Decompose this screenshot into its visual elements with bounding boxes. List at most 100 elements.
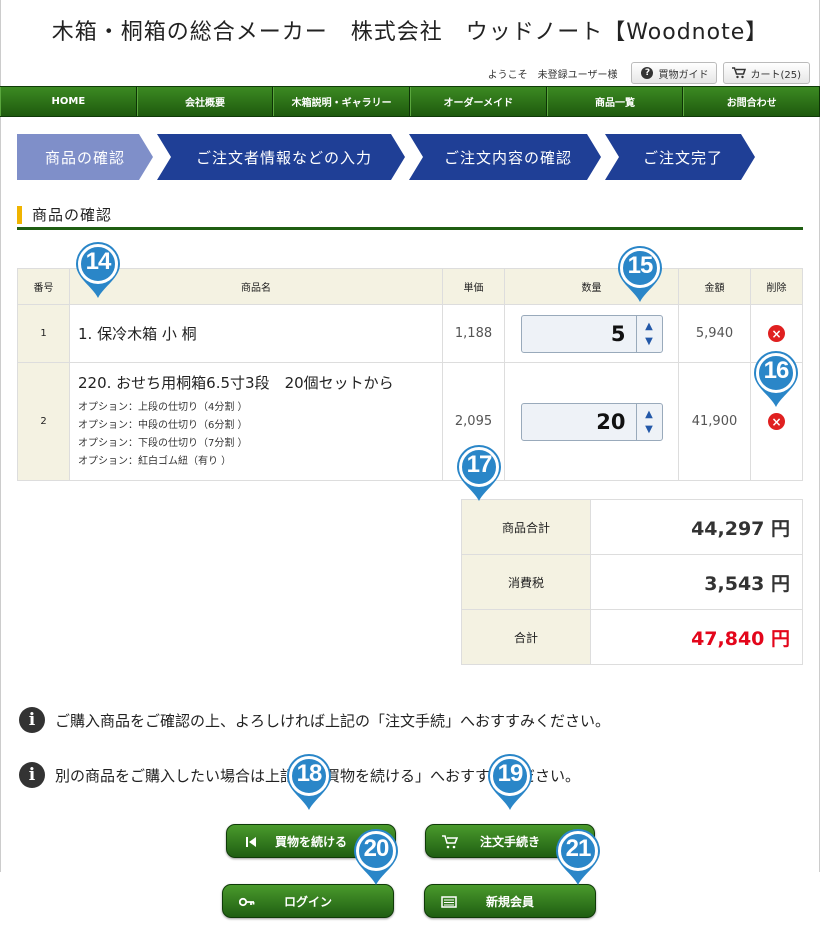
key-icon (239, 894, 255, 910)
heading-accent-bar (17, 205, 22, 224)
welcome-text: ようこそ 未登録ユーザー様 (487, 69, 618, 81)
annotation-marker-21: 21 (552, 827, 604, 887)
shopping-guide-button[interactable]: ? 買物ガイド (631, 62, 718, 84)
header-no: 番号 (17, 268, 70, 305)
decrement-arrow-icon[interactable]: ▼ (645, 424, 653, 435)
totals-table: 商品合計 44,297 円 消費税 3,543 円 合計 47,840 円 (461, 499, 803, 665)
quantity-stepper[interactable]: 5 ▲ ▼ (520, 314, 663, 353)
section-title: 商品の確認 (32, 206, 113, 224)
marker-number: 20 (363, 835, 390, 862)
product-name-cell: 220. おせち用桐箱6.5寸3段 20個セットから オプション：上段の仕切り（… (69, 362, 443, 481)
delete-icon[interactable]: × (768, 325, 785, 342)
continue-shopping-label: 買物を続ける (274, 834, 347, 849)
annotation-marker-14: 14 (72, 240, 124, 300)
marker-number: 17 (466, 451, 493, 478)
quantity-spinner[interactable]: ▲ ▼ (635, 315, 662, 352)
cart-label: カート(25) (750, 69, 801, 81)
cart-table: 番号 商品名 単価 数量 金額 削除 1 1. 保冷木箱 小 桐 1,188 5… (17, 268, 803, 481)
section-heading: 商品の確認 (17, 202, 803, 230)
login-label: ログイン (283, 894, 332, 909)
info-icon: i (19, 707, 45, 733)
subtotal-row: 商品合計 44,297 円 (461, 499, 803, 555)
question-icon: ? (640, 66, 654, 80)
site-title: 木箱・桐箱の総合メーカー 株式会社 ウッドノート【Woodnote】 (51, 20, 769, 45)
main-nav: HOME 会社概要 木箱説明・ギャラリー オーダーメイド 商品一覧 お問合わせ (0, 86, 820, 117)
header-amount: 金額 (678, 268, 751, 305)
line-amount: 5,940 (678, 304, 751, 363)
annotation-marker-17: 17 (453, 443, 505, 503)
quantity-input[interactable]: 20 (522, 404, 636, 440)
checkout-steps: 商品の確認 ご注文者情報などの入力 ご注文内容の確認 ご注文完了 (17, 134, 759, 180)
subtotal-value: 44,297 円 (590, 499, 803, 555)
decrement-arrow-icon[interactable]: ▼ (645, 336, 653, 347)
login-button[interactable]: ログイン (222, 884, 394, 918)
step-enter-info: ご注文者情報などの入力 (157, 134, 405, 180)
product-option: オプション：下段の仕切り（7分割 ） (78, 438, 248, 449)
nav-order-made[interactable]: オーダーメイド (410, 87, 547, 116)
table-row: 1 1. 保冷木箱 小 桐 1,188 5 ▲ ▼ 5,940 × (17, 304, 803, 363)
nav-home[interactable]: HOME (0, 87, 137, 116)
annotation-marker-15: 15 (614, 244, 666, 304)
nav-products[interactable]: 商品一覧 (546, 87, 684, 116)
member-card-icon (441, 894, 457, 910)
header-name: 商品名 (69, 268, 443, 305)
subtotal-label: 商品合計 (461, 499, 591, 555)
marker-number: 16 (763, 357, 790, 384)
total-row: 合計 47,840 円 (461, 609, 803, 665)
checkout-label: 注文手続き (479, 834, 540, 849)
cart-button[interactable]: カート(25) (723, 62, 810, 84)
notice-checkout: i ご購入商品をご確認の上、よろしければ上記の「注文手続」へおすすみください。 (19, 707, 610, 733)
marker-number: 19 (497, 760, 524, 787)
tax-label: 消費税 (461, 554, 591, 610)
increment-arrow-icon[interactable]: ▲ (645, 409, 653, 420)
cart-arrow-icon (442, 834, 458, 850)
marker-number: 18 (296, 760, 323, 787)
user-bar: ようこそ 未登録ユーザー様 ? 買物ガイド カート(25) (488, 62, 810, 84)
step-confirm-items: 商品の確認 (17, 134, 153, 180)
quantity-stepper[interactable]: 20 ▲ ▼ (520, 402, 663, 441)
row-number: 2 (17, 362, 70, 481)
header-delete: 削除 (750, 268, 803, 305)
step-confirm-order: ご注文内容の確認 (409, 134, 601, 180)
cart-header-row: 番号 商品名 単価 数量 金額 削除 (17, 268, 803, 305)
info-icon: i (19, 762, 45, 788)
product-name[interactable]: 1. 保冷木箱 小 桐 (78, 323, 442, 344)
total-value: 47,840 円 (590, 609, 803, 665)
row-number: 1 (17, 304, 70, 363)
quantity-cell: 5 ▲ ▼ (504, 304, 679, 363)
annotation-marker-19: 19 (484, 752, 536, 812)
nav-company[interactable]: 会社概要 (136, 87, 274, 116)
product-option: オプション：上段の仕切り（4分割 ） (78, 402, 248, 413)
marker-number: 14 (85, 248, 112, 275)
delete-icon[interactable]: × (768, 413, 785, 430)
product-name[interactable]: 220. おせち用桐箱6.5寸3段 20個セットから (78, 372, 442, 393)
annotation-marker-20: 20 (350, 827, 402, 887)
quantity-input[interactable]: 5 (522, 316, 636, 352)
quantity-cell: 20 ▲ ▼ (504, 362, 679, 481)
increment-arrow-icon[interactable]: ▲ (645, 321, 653, 332)
notice-text: ご購入商品をご確認の上、よろしければ上記の「注文手続」へおすすみください。 (55, 711, 611, 730)
marker-number: 15 (627, 252, 654, 279)
header-unit-price: 単価 (442, 268, 505, 305)
register-label: 新規会員 (485, 894, 534, 909)
tax-value: 3,543 円 (590, 554, 803, 610)
annotation-marker-18: 18 (283, 752, 335, 812)
marker-number: 21 (565, 835, 592, 862)
back-to-start-icon (243, 834, 259, 850)
cart-icon (732, 66, 747, 80)
product-option: オプション：中段の仕切り（6分割 ） (78, 420, 248, 431)
unit-price: 1,188 (442, 304, 505, 363)
annotation-marker-16: 16 (750, 349, 802, 409)
product-name-cell: 1. 保冷木箱 小 桐 (69, 304, 443, 363)
line-amount: 41,900 (678, 362, 751, 481)
total-label: 合計 (461, 609, 591, 665)
product-option: オプション：紅白ゴム紐（有り ） (78, 456, 232, 467)
nav-contact[interactable]: お問合わせ (683, 87, 820, 116)
register-button[interactable]: 新規会員 (424, 884, 596, 918)
step-complete: ご注文完了 (605, 134, 755, 180)
nav-gallery[interactable]: 木箱説明・ギャラリー (273, 87, 411, 116)
shopping-guide-label: 買物ガイド (658, 69, 709, 81)
table-row: 2 220. おせち用桐箱6.5寸3段 20個セットから オプション：上段の仕切… (17, 362, 803, 481)
tax-row: 消費税 3,543 円 (461, 554, 803, 610)
quantity-spinner[interactable]: ▲ ▼ (635, 403, 662, 440)
